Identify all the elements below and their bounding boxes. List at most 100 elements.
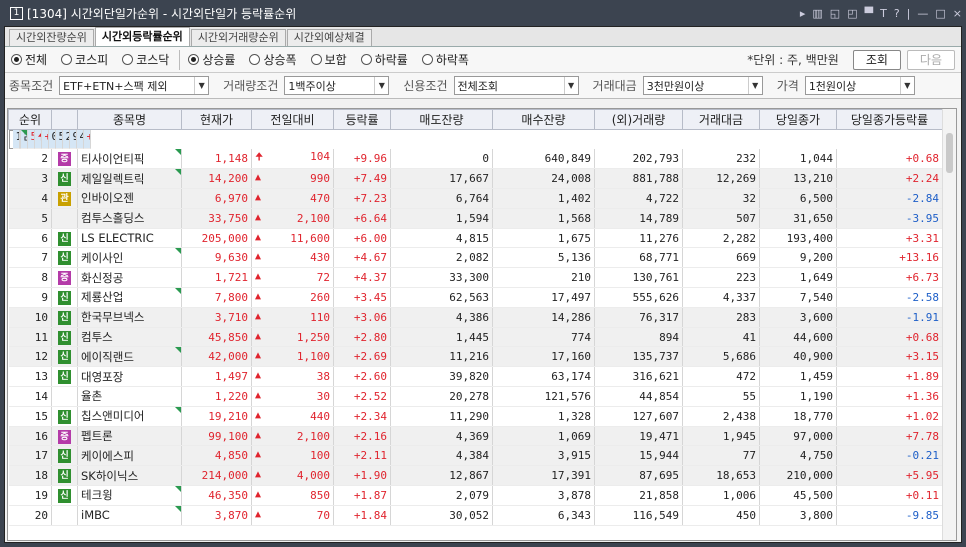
filter-select-1[interactable]: 1백주이상 ▼ xyxy=(284,76,390,95)
window-control-5[interactable]: T xyxy=(880,7,887,20)
table-row[interactable]: 19 신 테크윙 46,350 ▲ 850 +1.87 2,079 3,878 21,858 1,0… xyxy=(8,485,943,506)
column-header-10[interactable]: 당일종가 xyxy=(759,109,837,130)
rank-radio-2[interactable]: 보합 xyxy=(310,51,347,68)
tab-2[interactable]: 시간외거래량순위 xyxy=(190,29,286,46)
rank-radio-1[interactable]: 상승폭 xyxy=(249,51,297,68)
stock-name-cell[interactable]: 한국무브넥스 xyxy=(77,307,182,328)
window-control-8[interactable]: — xyxy=(917,7,928,20)
rank-radio-0[interactable]: 상승률 xyxy=(188,51,235,68)
rank-cell: 9 xyxy=(8,287,52,308)
stock-name-cell[interactable]: 제룡산업 xyxy=(77,287,182,308)
stock-name-cell[interactable]: 대영포장 xyxy=(77,366,182,388)
status-badge: 신 xyxy=(58,488,71,503)
tab-3[interactable]: 시간외예상체결 xyxy=(286,29,372,46)
table-row[interactable]: 17 신 케이에스피 4,850 ▲ 100 +2.11 4,384 3,915 15,944 77… xyxy=(8,445,943,467)
column-header-9[interactable]: 거래대금 xyxy=(682,109,760,130)
table-row[interactable]: 1신라온피플5,020🠉455+9.970547,115200,3349954,… xyxy=(8,129,91,150)
filter-select-3[interactable]: 3천만원이상 ▼ xyxy=(642,76,763,95)
query-button[interactable]: 조회 xyxy=(852,49,901,70)
stock-name-cell[interactable]: 인바이오젠 xyxy=(77,188,182,209)
close-cell: 3,800 xyxy=(759,505,837,526)
vertical-scrollbar[interactable] xyxy=(942,109,956,540)
stock-name-cell[interactable]: 라온피플 xyxy=(20,129,28,150)
table-row[interactable]: 9 신 제룡산업 7,800 ▲ 260 +3.45 62,563 17,497 555,626 4… xyxy=(8,287,943,308)
window-control-2[interactable]: ◱ xyxy=(830,7,840,20)
table-row[interactable]: 11 신 컴투스 45,850 ▲ 1,250 +2.80 1,445 774 894 41 44,6… xyxy=(8,327,943,348)
market-radio-2[interactable]: 코스닥 xyxy=(122,51,169,68)
close-cell: 44,600 xyxy=(759,327,837,348)
column-header-0[interactable]: 순위 xyxy=(8,109,52,130)
stock-name-cell[interactable]: 칩스앤미디어 xyxy=(77,406,182,427)
table-row[interactable]: 10 신 한국무브넥스 3,710 ▲ 110 +3.06 4,386 14,286 76,317… xyxy=(8,307,943,328)
tab-0[interactable]: 시간외잔량순위 xyxy=(9,29,94,46)
market-radio-0[interactable]: 전체 xyxy=(11,51,47,68)
column-header-4[interactable]: 전일대비 xyxy=(251,109,334,130)
price-cell: 6,970 xyxy=(181,188,252,209)
column-header-5[interactable]: 등락률 xyxy=(333,109,391,130)
window-control-1[interactable]: ▥ xyxy=(812,7,822,20)
table-row[interactable]: 12 신 에이직랜드 42,000 ▲ 1,100 +2.69 11,216 17,160 135… xyxy=(8,346,943,368)
column-header-2[interactable]: 종목명 xyxy=(77,109,182,130)
stock-name-cell[interactable]: 제일일렉트릭 xyxy=(77,168,182,190)
stock-name-cell[interactable]: SK하이닉스 xyxy=(77,465,182,487)
table-row[interactable]: 16 증 펩트론 99,100 ▲ 2,100 +2.16 4,369 1,069 19,471 1… xyxy=(8,426,943,447)
close-rate-cell: +5.95 xyxy=(836,465,943,487)
stock-name-cell[interactable]: 컴투스홀딩스 xyxy=(77,208,182,229)
window-control-9[interactable]: □ xyxy=(935,7,945,20)
rank-radio-3[interactable]: 하락률 xyxy=(360,51,408,68)
column-header-6[interactable]: 매도잔량 xyxy=(390,109,493,130)
amount-cell: 232 xyxy=(682,149,760,170)
table-row[interactable]: 3 신 제일일렉트릭 14,200 ▲ 990 +7.49 17,667 24,008 881,7… xyxy=(8,168,943,190)
stock-name-cell[interactable]: 케이에스피 xyxy=(77,445,182,467)
column-header-3[interactable]: 현재가 xyxy=(181,109,252,130)
bid-cell: 1,328 xyxy=(492,406,595,427)
filter-select-0[interactable]: ETF+ETN+스팩 제외 ▼ xyxy=(59,76,210,95)
tab-1[interactable]: 시간외등락률순위 xyxy=(94,27,190,46)
column-header-7[interactable]: 매수잔량 xyxy=(492,109,595,130)
filter-select-2[interactable]: 전체조회 ▼ xyxy=(453,76,579,95)
window-control-6[interactable]: ? xyxy=(894,7,900,20)
table-row[interactable]: 20 iMBC 3,870 ▲ 70 +1.84 30,052 6,343 116,549 450… xyxy=(8,505,943,526)
column-header-8[interactable]: (외)거래량 xyxy=(594,109,683,130)
stock-name-cell[interactable]: 케이사인 xyxy=(77,247,182,269)
stock-name-cell[interactable]: 율촌 xyxy=(77,386,182,407)
rate-cell: +6.64 xyxy=(333,208,391,229)
table-row[interactable]: 18 신 SK하이닉스 214,000 ▲ 4,000 +1.90 12,867 17,391 8… xyxy=(8,465,943,487)
stock-name-cell[interactable]: iMBC xyxy=(77,505,182,526)
radio-circle-icon xyxy=(188,54,200,65)
window-control-0[interactable]: ▸ xyxy=(800,7,806,20)
stock-name-cell[interactable]: 화신정공 xyxy=(77,267,182,289)
stock-name-cell[interactable]: 티사이언티픽 xyxy=(77,149,182,170)
stock-name-cell[interactable]: LS ELECTRIC xyxy=(77,228,182,249)
table-row[interactable]: 6 신 LS ELECTRIC 205,000 ▲ 11,600 +6.00 4,815 1,6… xyxy=(8,228,943,249)
window-control-7[interactable]: | xyxy=(907,7,911,20)
window-control-3[interactable]: ◰ xyxy=(847,7,857,20)
stock-name-cell[interactable]: 컴투스 xyxy=(77,327,182,348)
stock-name-cell[interactable]: 에이직랜드 xyxy=(77,346,182,368)
market-radio-1[interactable]: 코스피 xyxy=(61,51,108,68)
table-row[interactable]: 14 율촌 1,220 ▲ 30 +2.52 20,278 121,576 44,854 55 1,… xyxy=(8,386,943,407)
table-row[interactable]: 2 증 티사이언티픽 1,148 🠉 104 +9.96 0 640,849 202,793 232… xyxy=(8,149,943,170)
column-header-1[interactable] xyxy=(51,109,78,130)
bid-cell: 14,286 xyxy=(492,307,595,328)
column-header-11[interactable]: 당일종가등락률 xyxy=(836,109,943,130)
scrollbar-thumb[interactable] xyxy=(946,133,953,173)
next-button[interactable]: 다음 xyxy=(906,49,955,70)
rate-cell: +2.16 xyxy=(333,426,391,447)
table-row[interactable]: 5 컴투스홀딩스 33,750 ▲ 2,100 +6.64 1,594 1,568 14,789… xyxy=(8,208,943,229)
flag-triangle-icon xyxy=(175,288,181,295)
stock-name-cell[interactable]: 테크윙 xyxy=(77,485,182,506)
stock-name-cell[interactable]: 펩트론 xyxy=(77,426,182,447)
price-cell: 99,100 xyxy=(181,426,252,447)
rank-radio-4[interactable]: 하락폭 xyxy=(421,51,469,68)
dropdown-arrow-icon: ▼ xyxy=(563,77,578,94)
table-row[interactable]: 13 신 대영포장 1,497 ▲ 38 +2.60 39,820 63,174 316,621 4… xyxy=(8,366,943,388)
table-row[interactable]: 4 관 인바이오젠 6,970 ▲ 470 +7.23 6,764 1,402 4,722 32 6,… xyxy=(8,188,943,209)
window-control-4[interactable]: ▀ xyxy=(865,7,873,20)
ask-cell: 20,278 xyxy=(390,386,493,407)
table-row[interactable]: 8 증 화신정공 1,721 ▲ 72 +4.37 33,300 210 130,761 223 1,… xyxy=(8,267,943,289)
table-row[interactable]: 15 신 칩스앤미디어 19,210 ▲ 440 +2.34 11,290 1,328 127,6… xyxy=(8,406,943,427)
window-control-10[interactable]: × xyxy=(953,7,962,20)
table-row[interactable]: 7 신 케이사인 9,630 ▲ 430 +4.67 2,082 5,136 68,771 669 9… xyxy=(8,247,943,269)
filter-select-4[interactable]: 1천원이상 ▼ xyxy=(804,76,915,95)
